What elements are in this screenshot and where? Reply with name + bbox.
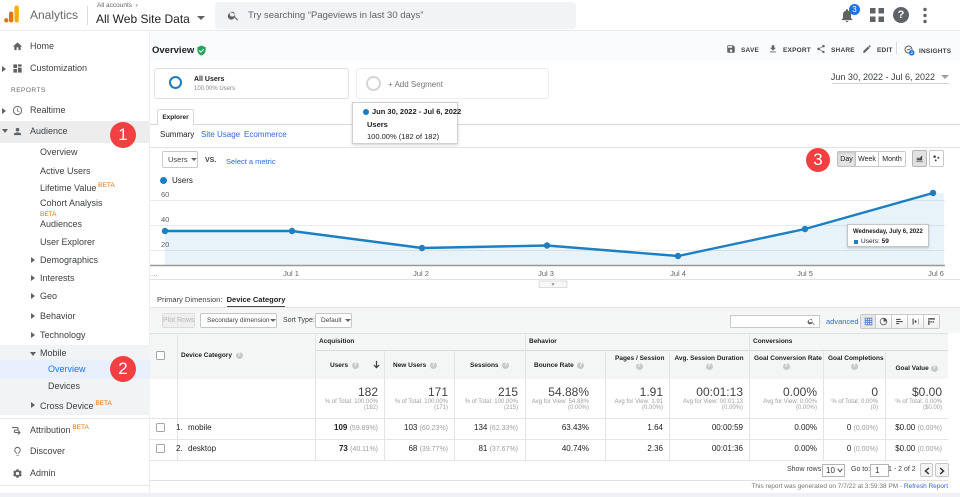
svg-text:Jul 3: Jul 3: [538, 269, 554, 278]
svg-text:...: ...: [151, 269, 158, 278]
svg-text:40: 40: [161, 215, 169, 224]
svg-text:Jul 4: Jul 4: [670, 269, 686, 278]
svg-text:Jul 1: Jul 1: [283, 269, 299, 278]
svg-text:60: 60: [161, 190, 169, 199]
svg-text:Jul 5: Jul 5: [797, 269, 813, 278]
svg-text:Jul 2: Jul 2: [413, 269, 429, 278]
svg-text:20: 20: [161, 240, 169, 249]
svg-text:Jul 6: Jul 6: [928, 269, 944, 278]
